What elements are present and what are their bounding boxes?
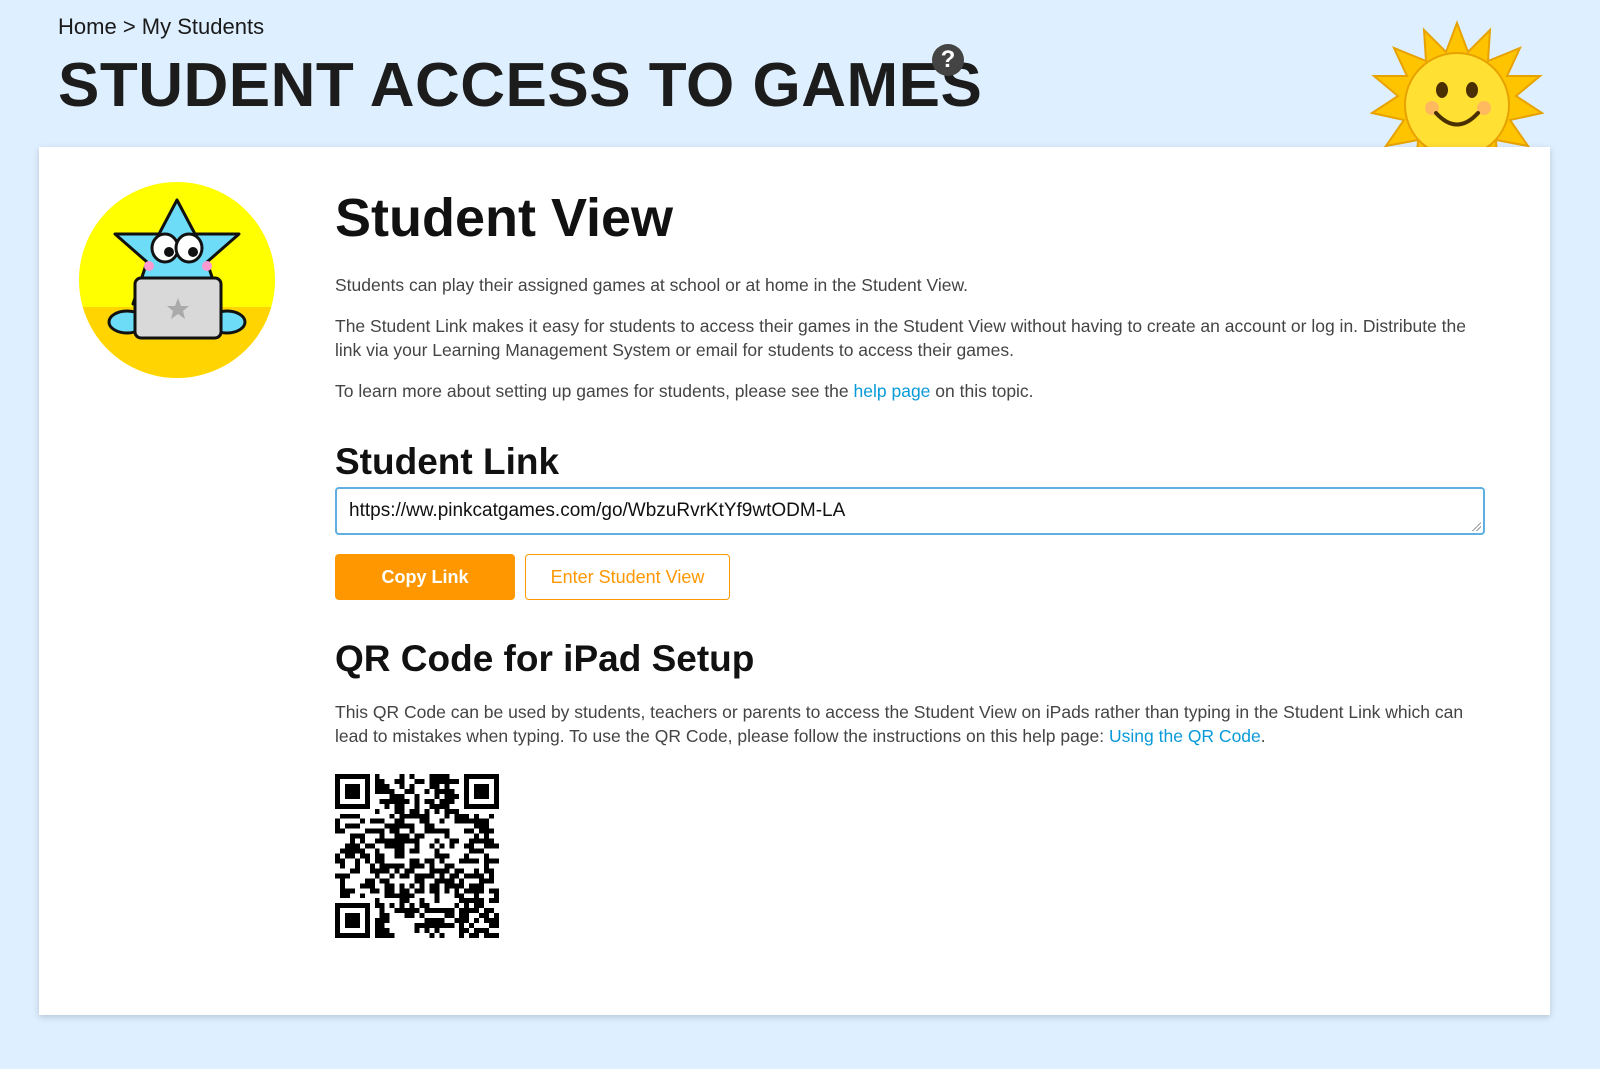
breadcrumb: Home > My Students — [58, 14, 264, 40]
qr-code-wrapper — [335, 774, 1495, 938]
student-view-intro: Students can play their assigned games a… — [335, 275, 968, 295]
sun-mascot — [1370, 18, 1545, 148]
main-content: Student View Students can play their ass… — [335, 187, 1495, 938]
help-icon[interactable]: ? — [932, 44, 964, 76]
breadcrumb-my-students-link[interactable]: My Students — [142, 14, 264, 39]
qr-code — [335, 774, 499, 938]
copy-link-button[interactable]: Copy Link — [335, 554, 515, 600]
using-qr-code-link[interactable]: Using the QR Code — [1109, 726, 1261, 746]
star-mascot-avatar — [79, 182, 275, 378]
link-actions: Copy Link Enter Student View — [335, 554, 1495, 600]
page-title: STUDENT ACCESS TO GAMES — [58, 51, 983, 120]
help-text-after: on this topic. — [935, 381, 1034, 401]
enter-student-view-button[interactable]: Enter Student View — [525, 554, 730, 600]
help-text-before: To learn more about setting up games for… — [335, 381, 849, 401]
student-access-card: Student View Students can play their ass… — [39, 147, 1550, 1015]
qr-text-after: . — [1260, 726, 1266, 746]
student-link-url[interactable]: https://ww.pinkcatgames.com/go/WbzuRvrKt… — [349, 500, 845, 521]
sun-mascot-icon — [1370, 20, 1545, 148]
breadcrumb-home-link[interactable]: Home — [58, 14, 117, 39]
qr-text-before: This QR Code can be used by students, te… — [335, 702, 1464, 746]
student-link-title: Student Link — [335, 441, 560, 482]
student-view-title: Student View — [335, 188, 674, 248]
help-page-link[interactable]: help page — [854, 381, 931, 401]
student-view-help-text: To learn more about setting up games for… — [335, 379, 1495, 403]
resize-grip-icon[interactable] — [1471, 521, 1481, 531]
qr-code-description: This QR Code can be used by students, te… — [335, 700, 1495, 748]
qr-code-title: QR Code for iPad Setup — [335, 638, 755, 679]
student-view-description: The Student Link makes it easy for stude… — [335, 316, 1466, 360]
student-link-field[interactable]: https://ww.pinkcatgames.com/go/WbzuRvrKt… — [335, 487, 1485, 535]
star-mascot-icon — [79, 182, 275, 378]
breadcrumb-separator: > — [122, 14, 136, 39]
